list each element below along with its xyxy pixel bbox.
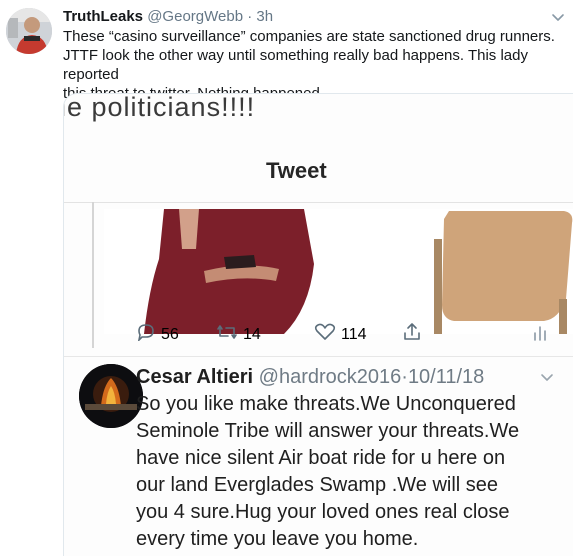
- reply-text-line: Seminole Tribe will answer your threats.…: [136, 420, 520, 442]
- tweet-media-image[interactable]: ie politicians!!!! Tweet 56 14 114 Cesar…: [63, 93, 573, 556]
- reply-text-line: So you like make threats.We Unconquered: [136, 393, 516, 415]
- separator: ·: [247, 8, 253, 25]
- thread-line: [92, 202, 94, 348]
- reply-text-line: every time you leave you home.: [136, 528, 419, 550]
- chevron-down-icon: [540, 370, 554, 384]
- timestamp[interactable]: 3h: [256, 8, 273, 25]
- retweet-count: 14: [243, 325, 261, 343]
- analytics-icon[interactable]: [532, 323, 548, 341]
- screenshot-title: Tweet: [266, 158, 327, 183]
- like-icon: [314, 323, 336, 346]
- divider: [64, 202, 573, 203]
- divider: [64, 356, 573, 357]
- reply-header: Cesar Altieri @hardrock2016·10/11/18: [136, 364, 484, 390]
- reply-count: 56: [161, 325, 179, 343]
- retweet-action[interactable]: 14: [216, 323, 261, 346]
- reply-avatar: [79, 364, 143, 428]
- reply-text-line: have nice silent Air boat ride for u her…: [136, 447, 506, 469]
- reply-author-handle: @hardrock2016: [258, 366, 402, 388]
- embedded-photo: [104, 209, 573, 334]
- reply-text-line: you 4 sure.Hug your loved ones real clos…: [136, 501, 510, 523]
- avatar[interactable]: [6, 8, 52, 54]
- chevron-down-icon[interactable]: [550, 9, 566, 25]
- reply-date: 10/11/18: [407, 366, 485, 388]
- reply-action[interactable]: 56: [136, 323, 179, 346]
- reply-text: So you like make threats.We Unconquered …: [136, 391, 566, 553]
- like-action[interactable]: 114: [314, 323, 367, 346]
- retweet-icon: [216, 323, 238, 346]
- author-handle[interactable]: @GeorgWebb: [147, 8, 243, 25]
- reply-text-line: our land Everglades Swamp .We will see: [136, 474, 499, 496]
- tweet-header: TruthLeaks @GeorgWebb · 3h: [63, 7, 273, 26]
- share-icon[interactable]: [402, 322, 422, 342]
- tweet-text-line: JTTF look the other way until something …: [63, 47, 528, 83]
- cropped-heading: ie politicians!!!!: [63, 93, 256, 122]
- author-name[interactable]: TruthLeaks: [63, 8, 143, 25]
- reply-icon: [136, 323, 156, 346]
- separator: ·: [401, 366, 408, 388]
- tweet-text: These “casino surveillance” companies ar…: [63, 27, 563, 103]
- tweet-text-line: These “casino surveillance” companies ar…: [63, 28, 555, 45]
- like-count: 114: [341, 325, 367, 343]
- reply-author-name: Cesar Altieri: [136, 366, 254, 388]
